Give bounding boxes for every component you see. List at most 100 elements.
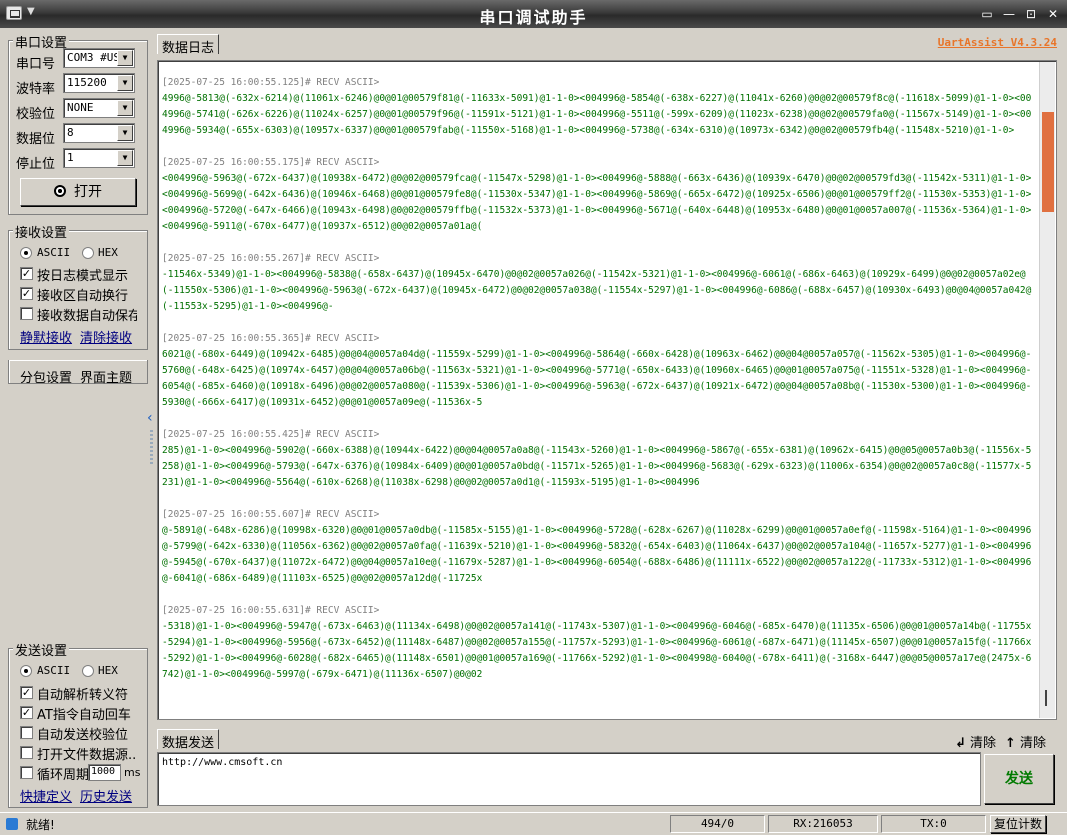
theme-link[interactable]: 界面主题 bbox=[80, 367, 132, 386]
receive-settings-title: 接收设置 bbox=[13, 222, 70, 241]
log-mode-checkbox[interactable]: ✓ bbox=[20, 267, 33, 280]
packet-settings-link[interactable]: 分包设置 bbox=[20, 367, 72, 386]
file-source-label: 打开文件数据源... bbox=[37, 748, 137, 763]
tab-data-send[interactable]: 数据发送 bbox=[157, 729, 220, 751]
log-timestamp: [2025-07-25 16:00:55.125]# RECV ASCII> bbox=[162, 77, 380, 88]
log-entry: [2025-07-25 16:00:55.365]# RECV ASCII> 60… bbox=[162, 331, 1034, 411]
open-button-label: 打开 bbox=[74, 184, 102, 200]
maximize-button[interactable]: ⊡ bbox=[1021, 5, 1041, 23]
send-settings-title: 发送设置 bbox=[13, 640, 70, 659]
log-payload: 285)@1-1-0><004996@-5902@(-660x-6388)@(1… bbox=[162, 445, 1032, 488]
send-button-label: 发送 bbox=[1005, 771, 1033, 787]
port-label: 串口号 bbox=[16, 57, 56, 72]
status-tx: TX:0 bbox=[881, 815, 986, 833]
clear-send-history-label: 清除 bbox=[1020, 736, 1047, 751]
splitter-handle[interactable] bbox=[150, 430, 153, 465]
shortcut-define-link[interactable]: 快捷定义 bbox=[20, 786, 72, 805]
status-bar: 就绪! 494/0 RX:216053 TX:0 复位计数 bbox=[0, 812, 1067, 835]
log-entry: [2025-07-25 16:00:55.631]# RECV ASCII> -5… bbox=[162, 603, 1034, 683]
loop-label: 循环周期 bbox=[37, 768, 90, 783]
reset-count-label: 复位计数 bbox=[993, 817, 1042, 831]
recv-ascii-radio[interactable] bbox=[20, 247, 32, 259]
clear-send-label: 清除 bbox=[970, 736, 997, 751]
send-hex-radio[interactable] bbox=[82, 665, 94, 677]
pin-icon[interactable]: ▭ bbox=[977, 5, 997, 23]
loop-checkbox[interactable] bbox=[20, 766, 33, 779]
collapse-arrow-icon[interactable]: ‹ bbox=[147, 410, 153, 426]
baud-label: 波特率 bbox=[16, 82, 56, 97]
recv-ascii-label: ASCII bbox=[37, 246, 71, 259]
databits-select[interactable]: 8 ▼ bbox=[63, 123, 135, 143]
silent-receive-link[interactable]: 静默接收 bbox=[20, 327, 72, 346]
checksum-label: 自动发送校验位 bbox=[37, 728, 129, 743]
chevron-down-icon[interactable]: ▼ bbox=[117, 50, 133, 66]
auto-save-checkbox[interactable] bbox=[20, 307, 33, 320]
recv-hex-radio[interactable] bbox=[82, 247, 94, 259]
chevron-down-icon[interactable]: ▼ bbox=[117, 125, 133, 141]
serial-settings-title: 串口设置 bbox=[13, 32, 70, 51]
send-ascii-radio[interactable] bbox=[20, 665, 32, 677]
stopbits-label: 停止位 bbox=[16, 157, 56, 172]
send-history-link[interactable]: 历史发送 bbox=[80, 786, 132, 805]
send-button[interactable]: 发送 bbox=[984, 754, 1054, 804]
loop-period-input[interactable]: 1000 bbox=[88, 764, 121, 781]
chevron-down-icon[interactable]: ▼ bbox=[117, 150, 133, 166]
baud-value: 115200 bbox=[67, 76, 107, 89]
escape-parse-checkbox[interactable]: ✓ bbox=[20, 686, 33, 699]
close-button[interactable]: ✕ bbox=[1043, 5, 1063, 23]
log-timestamp: [2025-07-25 16:00:55.175]# RECV ASCII> bbox=[162, 157, 380, 168]
log-payload: -5318)@1-1-0><004996@-5947@(-673x-6463)@… bbox=[162, 621, 1032, 680]
clear-send-button[interactable]: ↲ 清除 bbox=[955, 732, 996, 751]
scrollbar-thumb[interactable] bbox=[1042, 112, 1054, 212]
port-select[interactable]: COM3 #USI ▼ bbox=[63, 48, 135, 68]
version-link[interactable]: UartAssist V4.3.24 bbox=[938, 36, 1057, 49]
status-ready: 就绪! bbox=[26, 818, 55, 832]
title-bar: ▼ 串口调试助手 ▭ — ⊡ ✕ bbox=[0, 0, 1067, 28]
send-ascii-label: ASCII bbox=[37, 664, 71, 677]
log-payload: <004996@-5963@(-672x-6437)@(10938x-6472)… bbox=[162, 173, 1032, 232]
reset-count-button[interactable]: 复位计数 bbox=[990, 815, 1046, 833]
send-input-value: http://www.cmsoft.cn bbox=[162, 757, 283, 768]
undo-arrow-icon: ↲ bbox=[955, 736, 966, 751]
chevron-down-icon[interactable]: ▼ bbox=[117, 75, 133, 91]
status-rx: RX:216053 bbox=[768, 815, 878, 833]
open-port-button[interactable]: 打开 bbox=[20, 178, 136, 206]
chevron-down-icon[interactable]: ▼ bbox=[117, 100, 133, 116]
stopbits-select[interactable]: 1 ▼ bbox=[63, 148, 135, 168]
status-count-value: 494/0 bbox=[700, 817, 735, 830]
clear-send-history-button[interactable]: ↑ 清除 bbox=[1005, 732, 1046, 751]
log-entry: [2025-07-25 16:00:55.425]# RECV ASCII> 28… bbox=[162, 427, 1034, 491]
log-payload: @-5891@(-648x-6286)@(10998x-6320)@0@01@0… bbox=[162, 525, 1032, 584]
baud-select[interactable]: 115200 ▼ bbox=[63, 73, 135, 93]
log-scrollbar[interactable] bbox=[1039, 62, 1055, 718]
parity-label: 校验位 bbox=[16, 107, 56, 122]
at-crlf-checkbox[interactable]: ✓ bbox=[20, 706, 33, 719]
status-tx-value: TX:0 bbox=[920, 817, 947, 830]
send-input[interactable]: http://www.cmsoft.cn bbox=[157, 752, 981, 806]
file-source-checkbox[interactable] bbox=[20, 746, 33, 759]
up-arrow-icon: ↑ bbox=[1005, 736, 1016, 751]
tab-data-log[interactable]: 数据日志 bbox=[157, 34, 220, 56]
loop-unit-label: ms bbox=[124, 766, 141, 779]
at-crlf-label: AT指令自动回车 bbox=[37, 708, 131, 723]
loop-period-value: 1000 bbox=[91, 766, 116, 777]
send-hex-label: HEX bbox=[98, 664, 118, 677]
minimize-button[interactable]: — bbox=[999, 5, 1019, 23]
auto-save-label: 接收数据自动保存... bbox=[37, 309, 137, 324]
log-payload: -11546x-5349)@1-1-0><004996@-5838@(-658x… bbox=[162, 269, 1032, 312]
parity-select[interactable]: NONE ▼ bbox=[63, 98, 135, 118]
checksum-checkbox[interactable] bbox=[20, 726, 33, 739]
recv-hex-label: HEX bbox=[98, 246, 118, 259]
stopbits-value: 1 bbox=[67, 151, 74, 164]
log-timestamp: [2025-07-25 16:00:55.425]# RECV ASCII> bbox=[162, 429, 380, 440]
log-timestamp: [2025-07-25 16:00:55.607]# RECV ASCII> bbox=[162, 509, 380, 520]
clear-receive-link[interactable]: 清除接收 bbox=[80, 327, 132, 346]
window-title: 串口调试助手 bbox=[479, 8, 588, 27]
escape-parse-label: 自动解析转义符 bbox=[37, 688, 129, 703]
receive-log-area[interactable]: [2025-07-25 16:00:55.125]# RECV ASCII> 49… bbox=[157, 60, 1057, 720]
parity-value: NONE bbox=[67, 101, 94, 114]
auto-wrap-checkbox[interactable]: ✓ bbox=[20, 287, 33, 300]
scroll-position-marker bbox=[1045, 690, 1047, 706]
status-count: 494/0 bbox=[670, 815, 765, 833]
log-timestamp: [2025-07-25 16:00:55.365]# RECV ASCII> bbox=[162, 333, 380, 344]
